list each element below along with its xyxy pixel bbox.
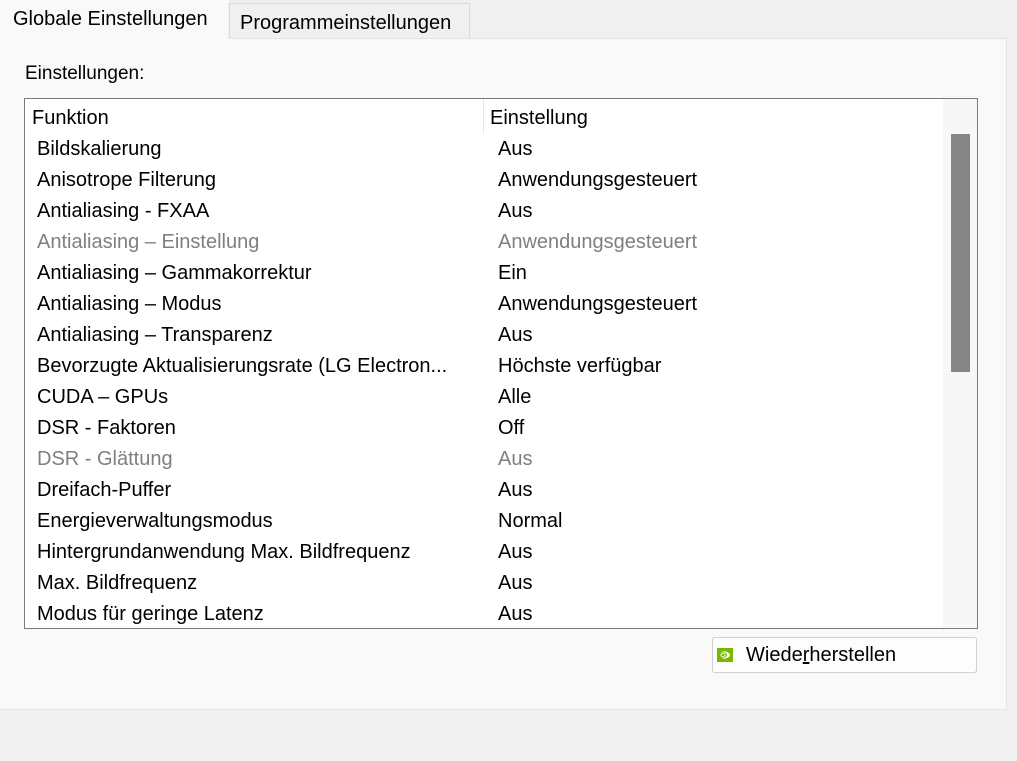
row-function: Antialiasing - FXAA — [37, 200, 210, 222]
row-setting: Alle — [498, 386, 532, 408]
scrollbar-thumb[interactable] — [951, 134, 970, 372]
table-row[interactable]: Anisotrope Filterung Anwendungsgesteuert — [25, 165, 943, 196]
settings-list[interactable]: Funktion Einstellung Bildskalierung Aus An… — [24, 98, 978, 629]
table-row[interactable]: Antialiasing – Modus Anwendungsgesteuert — [25, 289, 943, 320]
list-header: Funktion Einstellung — [25, 99, 943, 133]
column-header-setting[interactable]: Einstellung — [484, 99, 943, 133]
table-row[interactable]: Dreifach-Puffer Aus — [25, 475, 943, 506]
row-setting: Aus — [498, 541, 533, 563]
row-setting: Aus — [498, 448, 533, 470]
row-setting: Off — [498, 417, 525, 439]
table-row[interactable]: Bildskalierung Aus — [25, 134, 943, 165]
row-function: Bildskalierung — [37, 138, 162, 160]
row-function: Antialiasing – Modus — [37, 293, 222, 315]
table-row[interactable]: Modus für geringe Latenz Aus — [25, 599, 943, 628]
row-function: Antialiasing – Einstellung — [37, 231, 260, 253]
row-function: Bevorzugte Aktualisierungsrate (LG Elect… — [37, 355, 448, 377]
table-row[interactable]: DSR - Faktoren Off — [25, 413, 943, 444]
restore-button[interactable]: Wiederherstellen — [712, 637, 977, 673]
vertical-scrollbar[interactable] — [943, 99, 977, 628]
row-setting: Ein — [498, 262, 527, 284]
restore-button-label: Wiederherstellen — [746, 644, 897, 666]
row-setting: Anwendungsgesteuert — [498, 293, 698, 315]
settings-group-label: Einstellungen: — [25, 63, 145, 84]
table-row[interactable]: Antialiasing – Gammakorrektur Ein — [25, 258, 943, 289]
row-function: Antialiasing – Gammakorrektur — [37, 262, 312, 284]
table-row[interactable]: Antialiasing - FXAA Aus — [25, 196, 943, 227]
tab-bar: Globale Einstellungen Programmeinstellun… — [0, 0, 1017, 40]
table-row[interactable]: Bevorzugte Aktualisierungsrate (LG Elect… — [25, 351, 943, 382]
settings-rows: Bildskalierung Aus Anisotrope Filterung Anw… — [25, 134, 943, 628]
tab-program-settings[interactable]: Programmeinstellungen — [229, 3, 470, 39]
row-setting: Anwendungsgesteuert — [498, 169, 698, 191]
row-function: Hintergrundanwendung Max. Bildfrequenz — [37, 541, 411, 563]
row-setting: Aus — [498, 324, 533, 346]
row-setting: Normal — [498, 510, 563, 532]
row-function: DSR - Faktoren — [37, 417, 176, 439]
table-row[interactable]: DSR - Glättung Aus — [25, 444, 943, 475]
row-function: DSR - Glättung — [37, 448, 173, 470]
row-function: Anisotrope Filterung — [37, 169, 216, 191]
table-row[interactable]: CUDA – GPUs Alle — [25, 382, 943, 413]
row-function: Energieverwaltungsmodus — [37, 510, 273, 532]
table-row[interactable]: Antialiasing – Einstellung Anwendungsgest… — [25, 227, 943, 258]
column-header-function[interactable]: Funktion — [25, 99, 484, 133]
row-function: Antialiasing – Transparenz — [37, 324, 273, 346]
row-setting: Anwendungsgesteuert — [498, 231, 698, 253]
table-row[interactable]: Energieverwaltungsmodus Normal — [25, 506, 943, 537]
row-function: Max. Bildfrequenz — [37, 572, 198, 594]
row-setting: Aus — [498, 200, 533, 222]
row-setting: Aus — [498, 572, 533, 594]
row-function: Dreifach-Puffer — [37, 479, 172, 501]
row-setting: Aus — [498, 603, 533, 625]
row-setting: Aus — [498, 479, 533, 501]
row-setting: Aus — [498, 138, 533, 160]
table-row[interactable]: Hintergrundanwendung Max. Bildfrequenz Au… — [25, 537, 943, 568]
tab-global-settings[interactable]: Globale Einstellungen — [0, 0, 228, 40]
table-row[interactable]: Antialiasing – Transparenz Aus — [25, 320, 943, 351]
nvidia-logo-icon — [717, 648, 733, 662]
row-function: CUDA – GPUs — [37, 386, 169, 408]
table-row[interactable]: Max. Bildfrequenz Aus — [25, 568, 943, 599]
row-function: Modus für geringe Latenz — [37, 603, 264, 625]
row-setting: Höchste verfügbar — [498, 355, 662, 377]
